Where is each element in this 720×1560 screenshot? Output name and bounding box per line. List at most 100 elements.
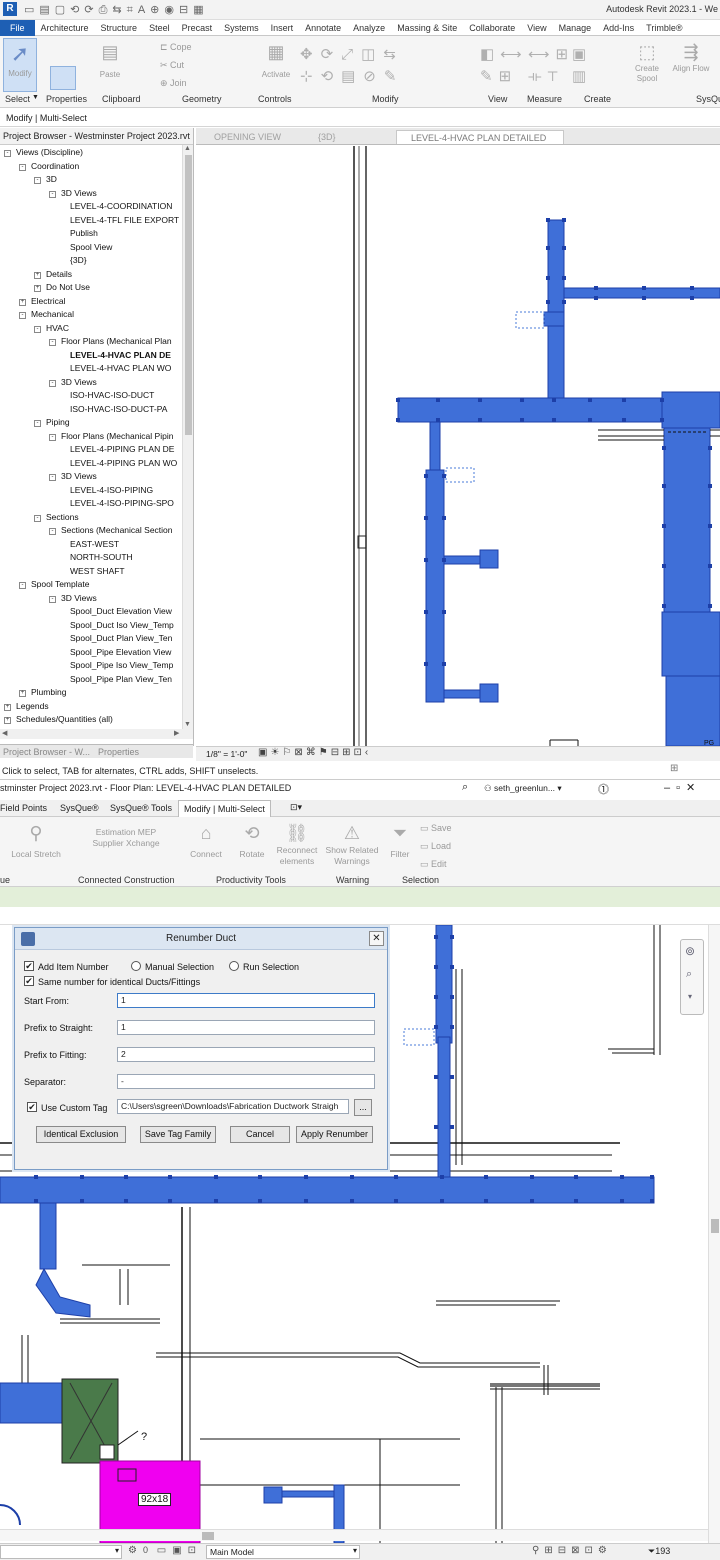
tree-toggle-icon[interactable]: -: [49, 339, 56, 346]
tree-toggle-icon[interactable]: -: [34, 325, 41, 333]
status-icons[interactable]: ⚙0 ▭▣⊡: [128, 1545, 202, 1556]
run-selection-radio[interactable]: [229, 961, 239, 971]
ribbon-tab-trimble[interactable]: Trimble®: [640, 20, 688, 36]
start-from-input[interactable]: 1: [117, 993, 375, 1008]
browser-tree-item[interactable]: 3D Views: [61, 593, 97, 603]
user-account[interactable]: ⚇ seth_greenlun... ▾: [484, 783, 562, 794]
browser-tree-item[interactable]: LEVEL-4-HVAC PLAN WO: [70, 363, 171, 373]
drawing-canvas-top[interactable]: PG: [196, 146, 720, 747]
browser-tree-item[interactable]: ISO-HVAC-ISO-DUCT: [70, 390, 154, 400]
prefix-straight-input[interactable]: 1: [117, 1020, 375, 1035]
measure-tools[interactable]: ⟷⊞ ⟛⊤: [528, 44, 574, 88]
use-custom-tag-checkbox[interactable]: ✔: [27, 1102, 37, 1112]
status-dropdown[interactable]: ▾: [0, 1545, 122, 1559]
browser-tree-item[interactable]: LEVEL-4-TFL FILE EXPORT: [70, 215, 179, 225]
ribbon-tab-insert[interactable]: Insert: [265, 20, 300, 36]
browser-tree-item[interactable]: 3D Views: [61, 471, 97, 481]
ribbon-tab-annotate[interactable]: Annotate: [299, 20, 347, 36]
ribbon-tab-systems[interactable]: Systems: [218, 20, 265, 36]
ribbon-tab-manage[interactable]: Manage: [553, 20, 598, 36]
browser-tree-item[interactable]: Spool Template: [31, 579, 89, 589]
tree-toggle-icon[interactable]: -: [49, 433, 56, 441]
browser-tree-item[interactable]: Legends: [16, 701, 49, 711]
prefix-fitting-input[interactable]: 2: [117, 1047, 375, 1062]
tab-project-browser[interactable]: Project Browser - W...: [3, 747, 90, 757]
browser-tree-item[interactable]: LEVEL-4-ISO-PIPING-SPO: [70, 498, 174, 508]
tab-sysque-tools[interactable]: SysQue® Tools: [110, 803, 172, 813]
rotate-button[interactable]: ⟲ Rotate: [234, 823, 270, 859]
tab-hvac-plan-detailed[interactable]: LEVEL-4-HVAC PLAN DETAILED: [396, 130, 564, 144]
tab-3d-view[interactable]: {3D}: [304, 130, 364, 144]
tree-toggle-icon[interactable]: +: [19, 298, 26, 306]
browser-tree-item[interactable]: Schedules/Quantities (all): [16, 714, 113, 724]
browser-tree-item[interactable]: Plumbing: [31, 687, 66, 697]
tab-field-points[interactable]: Field Points: [0, 803, 47, 813]
browser-tree-item[interactable]: Publish: [70, 228, 98, 238]
tree-toggle-icon[interactable]: +: [34, 271, 41, 279]
browser-tree-item[interactable]: Spool View: [70, 242, 112, 252]
browser-tree-item[interactable]: Spool_Pipe Elevation View: [70, 647, 171, 657]
view-scale[interactable]: 1/8" = 1'-0": [206, 749, 247, 759]
tab-opening-view[interactable]: OPENING VIEW: [200, 130, 312, 144]
browser-tree-item[interactable]: HVAC: [46, 323, 69, 333]
tree-toggle-icon[interactable]: -: [49, 474, 56, 481]
connect-button[interactable]: ⌂ Connect: [186, 823, 226, 859]
workset-dropdown[interactable]: Main Model ▾: [206, 1545, 360, 1559]
cut-button[interactable]: ✂ Cut: [160, 60, 184, 71]
binoculars-icon[interactable]: ⌕: [462, 781, 468, 794]
tree-toggle-icon[interactable]: +: [34, 285, 41, 292]
browser-tree-item[interactable]: NORTH-SOUTH: [70, 552, 133, 562]
tree-toggle-icon[interactable]: -: [4, 150, 11, 157]
cope-button[interactable]: ⊏ Cope: [160, 42, 192, 53]
separator-input[interactable]: -: [117, 1074, 375, 1089]
tree-toggle-icon[interactable]: -: [49, 528, 56, 535]
browser-hscroll[interactable]: ◀ ▶: [0, 729, 193, 739]
browser-tree-item[interactable]: WEST SHAFT: [70, 566, 125, 576]
browser-tree-item[interactable]: Do Not Use: [46, 282, 90, 292]
save-selection-button[interactable]: ▭ Save: [420, 823, 452, 834]
browser-tree-item[interactable]: Floor Plans (Mechanical Pipin: [61, 431, 173, 441]
filter-button[interactable]: ⏷ Filter: [386, 823, 414, 859]
tree-toggle-icon[interactable]: -: [19, 582, 26, 589]
ribbon-tab-steel[interactable]: Steel: [143, 20, 176, 36]
local-stretch-button[interactable]: ⚲ Local Stretch: [8, 823, 64, 859]
browser-tree-item[interactable]: LEVEL-4-COORDINATION: [70, 201, 172, 211]
ribbon-tab-architecture[interactable]: Architecture: [35, 20, 95, 36]
align-flow-button[interactable]: ⇶ Align Flow: [668, 42, 714, 73]
browser-tree-item[interactable]: Mechanical: [31, 309, 74, 319]
browser-tree-item[interactable]: {3D}: [70, 255, 87, 265]
view-cube-icon[interactable]: ⊚: [685, 944, 695, 958]
help-icon[interactable]: ⓵: [598, 781, 609, 797]
canvas-vscroll[interactable]: [708, 925, 720, 1543]
cancel-button[interactable]: Cancel: [230, 1126, 290, 1143]
tree-toggle-icon[interactable]: -: [19, 312, 26, 319]
tree-toggle-icon[interactable]: -: [19, 163, 26, 171]
browser-scrollbar[interactable]: ▲ ▼: [182, 145, 193, 729]
tree-toggle-icon[interactable]: -: [34, 420, 41, 427]
tree-toggle-icon[interactable]: -: [34, 177, 41, 184]
panel-select[interactable]: Select: [5, 94, 30, 104]
tree-toggle-icon[interactable]: +: [19, 690, 26, 697]
manual-selection-radio[interactable]: [131, 961, 141, 971]
browser-tree-item[interactable]: EAST-WEST: [70, 539, 119, 549]
tree-toggle-icon[interactable]: -: [49, 595, 56, 603]
edit-selection-button[interactable]: ▭ Edit: [420, 859, 447, 870]
chevron-right-icon[interactable]: ▶: [174, 729, 179, 737]
modify-tools[interactable]: ✥⟳⤢◫⇆ ⊹⟲▤⊘✎: [300, 44, 404, 88]
ribbon-tab-massing-site[interactable]: Massing & Site: [391, 20, 463, 36]
tab-sysque[interactable]: SysQue®: [60, 803, 99, 813]
modify-button[interactable]: ➚ Modify: [3, 38, 37, 92]
ribbon-tab-structure[interactable]: Structure: [95, 20, 144, 36]
browse-button[interactable]: ...: [354, 1099, 372, 1116]
properties-icon[interactable]: [50, 66, 76, 90]
tree-toggle-icon[interactable]: +: [4, 717, 11, 724]
browser-tree-item[interactable]: 3D: [46, 174, 57, 184]
browser-tree-item[interactable]: LEVEL-4-HVAC PLAN DE: [70, 350, 171, 360]
ribbon-tab-precast[interactable]: Precast: [176, 20, 219, 36]
apply-renumber-button[interactable]: Apply Renumber: [296, 1126, 373, 1143]
create-spool-button[interactable]: ⬚ Create Spool: [632, 42, 662, 84]
tree-toggle-icon[interactable]: -: [34, 514, 41, 522]
browser-tree-item[interactable]: 3D Views: [61, 188, 97, 198]
revit-logo-icon[interactable]: R: [3, 2, 17, 16]
browser-tree-item[interactable]: Spool_Duct Elevation View: [70, 606, 172, 616]
